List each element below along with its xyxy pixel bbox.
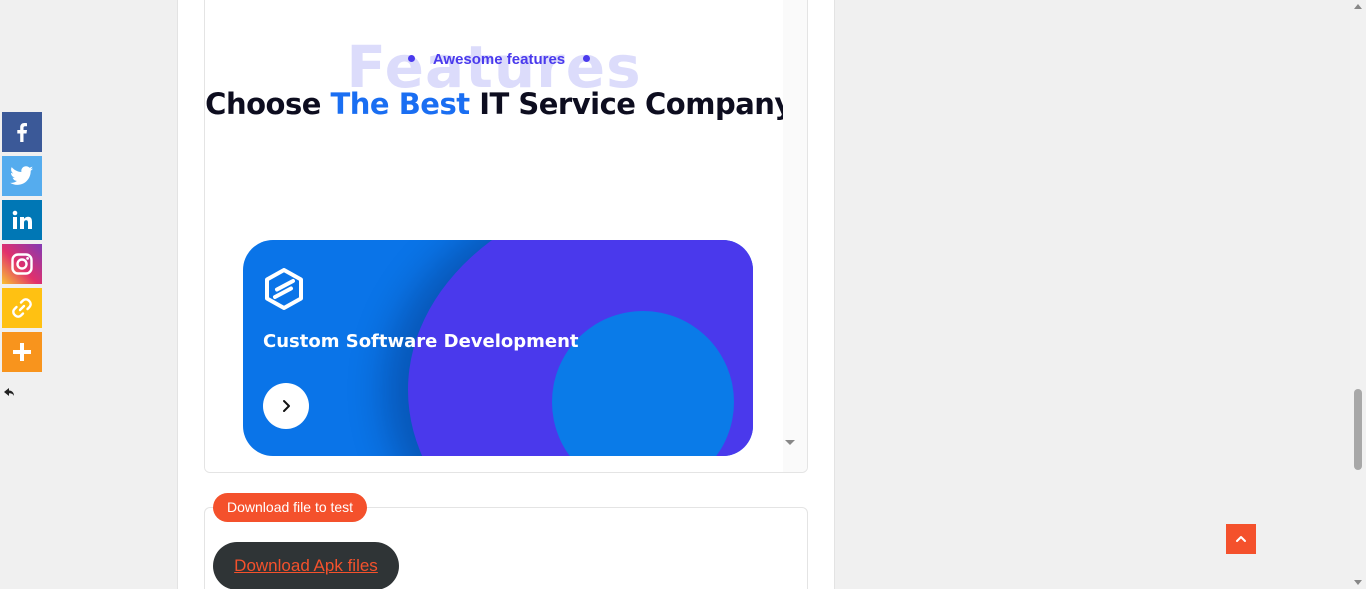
hide-arrow-icon[interactable] [3,386,15,398]
dot-right [583,54,591,62]
preview-content: Features Awesome features Choose The Bes… [205,0,793,472]
scroll-down-icon[interactable] [1354,580,1362,585]
share-more-button[interactable] [2,332,42,372]
share-instagram-button[interactable] [2,244,42,284]
chevron-right-icon [283,400,290,412]
chevron-up-icon [1236,536,1246,542]
subtitle-text: Awesome features [432,51,566,68]
share-linkedin-button[interactable] [2,200,42,240]
share-facebook-button[interactable] [2,112,42,152]
download-apk-button[interactable]: Download Apk files [213,542,399,589]
card-arrow-button[interactable] [263,383,309,429]
heading-post: IT Service Company [479,87,793,121]
link-icon [12,298,32,318]
share-bar [2,112,42,376]
service-card[interactable]: Custom Software Development [243,240,753,456]
scroll-up-icon[interactable] [1354,4,1362,9]
main-heading: Choose The Best IT Service Company [205,87,793,121]
page-scroll-thumb[interactable] [1354,389,1362,470]
share-copy-link-button[interactable] [2,288,42,328]
plus-icon [13,343,31,361]
instagram-icon [11,253,33,275]
card-title: Custom Software Development [263,331,579,352]
linkedin-icon [12,210,32,229]
download-tag: Download file to test [213,493,368,522]
share-twitter-button[interactable] [2,156,42,196]
facebook-icon [17,123,27,142]
twitter-icon [10,166,33,185]
section-subtitle: Awesome features [205,51,793,68]
hexagon-logo-icon [265,268,303,310]
preview-frame[interactable]: Features Awesome features Choose The Bes… [204,0,808,473]
scroll-down-icon[interactable] [785,440,795,445]
dot-left [407,54,415,62]
preview-scrollbar[interactable] [783,0,807,472]
back-to-top-button[interactable] [1226,524,1256,554]
heading-pre: Choose [205,87,321,121]
page-scrollbar[interactable] [1350,0,1366,589]
heading-accent: The Best [330,87,471,121]
